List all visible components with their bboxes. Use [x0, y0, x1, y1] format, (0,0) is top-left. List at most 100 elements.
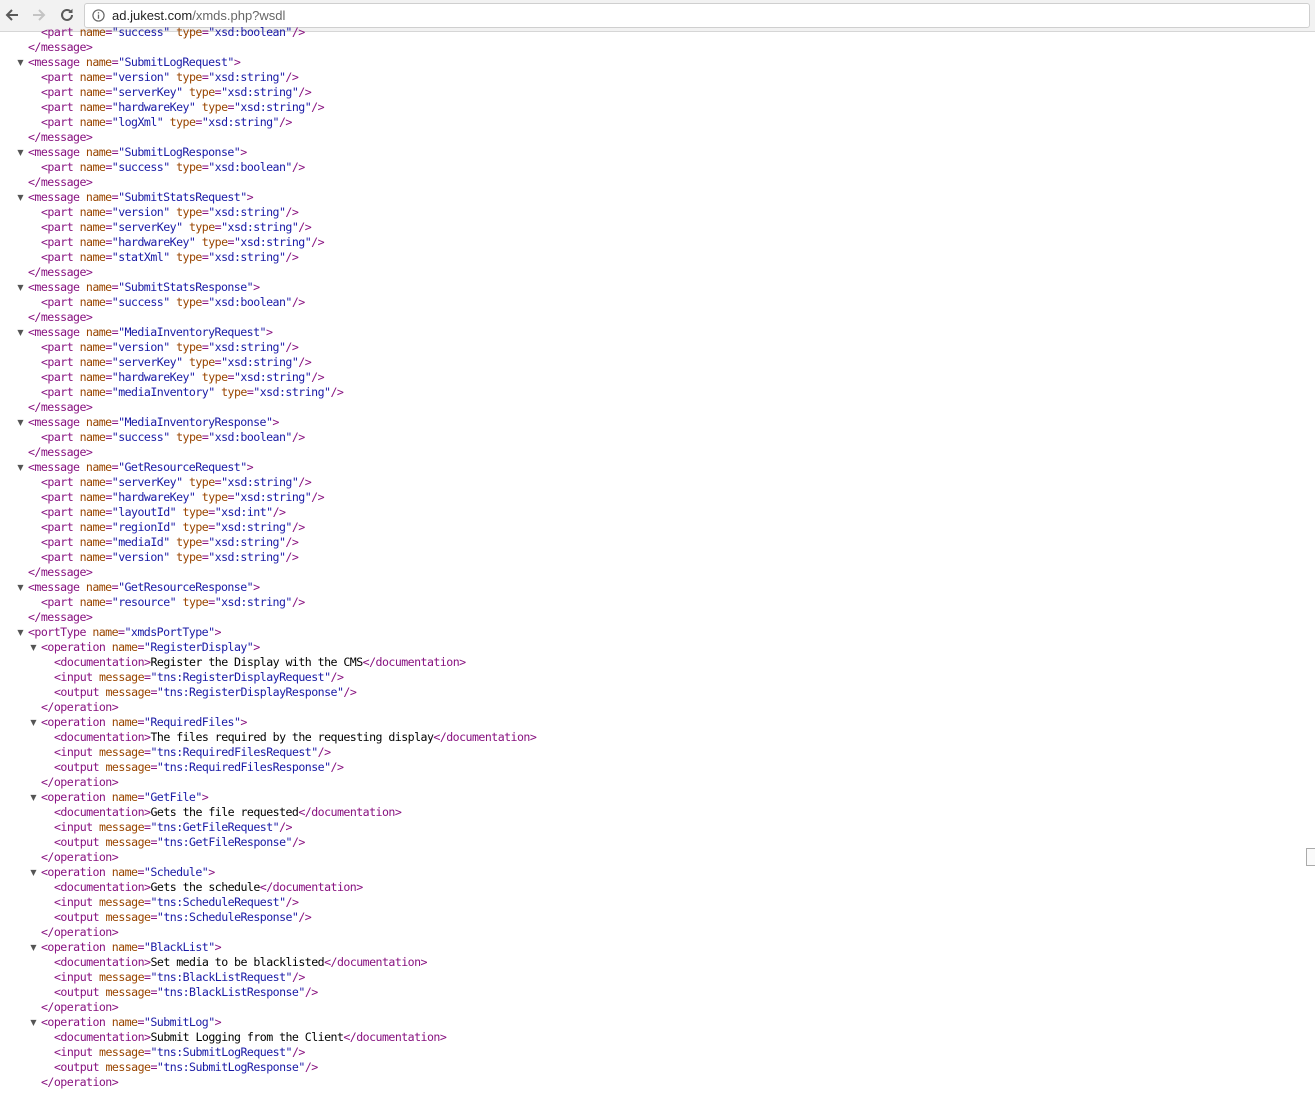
- xml-tag-close: >: [265, 325, 273, 339]
- collapse-toggle-icon[interactable]: ▼: [15, 460, 26, 475]
- xml-attr-name: name: [79, 370, 106, 384]
- xml-tag-close: />: [285, 70, 299, 84]
- xml-line: <documentation > Set media to be blacklist…: [54, 955, 428, 970]
- xml-line: <operation name="RegisterDisplay">: [41, 640, 260, 655]
- xml-attr-value: "hardwareKey": [111, 370, 196, 384]
- xml-text-content: Set media to be blacklisted: [150, 955, 325, 969]
- xml-tag-name: <part: [41, 535, 74, 549]
- xml-text-content: The files required by the requesting dis…: [150, 730, 434, 744]
- xml-line: <documentation > Gets the schedule</docume…: [54, 880, 363, 895]
- collapse-toggle-icon[interactable]: ▼: [15, 580, 26, 595]
- collapse-toggle-icon[interactable]: ▼: [28, 715, 39, 730]
- xml-tag-close: >: [420, 955, 428, 969]
- url-text[interactable]: ad.jukest.com/xmds.php?wsdl: [112, 8, 285, 23]
- collapse-toggle-icon[interactable]: ▼: [15, 145, 26, 160]
- xml-attr-name: name: [92, 625, 119, 639]
- collapse-toggle-icon[interactable]: ▼: [15, 625, 26, 640]
- xml-attr-value: "xsd:string": [233, 235, 312, 249]
- xml-attr-value: "xsd:string": [208, 535, 286, 549]
- xml-line: <documentation > Register the Display with…: [54, 655, 466, 670]
- xml-tag-name: <part: [41, 475, 74, 489]
- xml-tag-name: <input: [54, 820, 93, 834]
- xml-tag-name: </operation: [41, 925, 112, 939]
- collapse-toggle-icon[interactable]: ▼: [28, 940, 39, 955]
- collapse-toggle-icon[interactable]: ▼: [28, 1015, 39, 1030]
- xml-attr-name: name: [79, 355, 106, 369]
- xml-line: <part name="hardwareKey" type="xsd:strin…: [41, 235, 325, 250]
- xml-tag-name: <part: [41, 370, 74, 384]
- xml-attr-value: "MediaInventoryRequest": [118, 325, 266, 339]
- xml-tag-name: <message: [28, 145, 80, 159]
- xml-tag-close: />: [272, 505, 286, 519]
- xml-tag-name: <output: [54, 985, 100, 999]
- xml-tree-viewer: <part name="success" type="xsd:boolean"/…: [0, 25, 1315, 1093]
- xml-line: <message name="GetResourceRequest">: [28, 460, 254, 475]
- xml-tag-close: >: [85, 175, 93, 189]
- xml-attr-value: "xsd:string": [221, 475, 299, 489]
- xml-tag-close: />: [285, 205, 299, 219]
- xml-tag-name: <output: [54, 760, 100, 774]
- xml-tag-close: >: [356, 880, 363, 894]
- xml-tag-close: />: [291, 970, 305, 984]
- collapse-toggle-icon[interactable]: ▼: [15, 190, 26, 205]
- xml-attr-value: "serverKey": [111, 220, 183, 234]
- xml-attr-value: "success": [111, 295, 170, 309]
- collapse-toggle-icon[interactable]: ▼: [28, 790, 39, 805]
- xml-tag-close: />: [317, 745, 331, 759]
- xml-tag-close: />: [285, 895, 299, 909]
- xml-tag-name: </operation: [41, 1075, 112, 1089]
- xml-attr-name: type: [176, 205, 202, 219]
- collapse-toggle-icon[interactable]: ▼: [15, 280, 26, 295]
- xml-tag-name: <documentation: [54, 880, 145, 894]
- url-path: /xmds.php?wsdl: [192, 8, 286, 23]
- xml-attr-value: "xsd:boolean": [208, 295, 292, 309]
- xml-line: <message name="SubmitLogRequest">: [28, 55, 241, 70]
- xml-attr-value: "hardwareKey": [111, 100, 196, 114]
- xml-tag-name: </message: [28, 445, 86, 459]
- xml-attr-value: "xsd:string": [214, 520, 293, 534]
- xml-tag-close: >: [85, 310, 93, 324]
- reload-button[interactable]: [56, 4, 78, 26]
- collapse-toggle-icon[interactable]: ▼: [15, 415, 26, 430]
- back-button[interactable]: [1, 4, 23, 26]
- xml-tag-name: <operation: [41, 640, 106, 654]
- xml-tag-name: <message: [28, 325, 80, 339]
- xml-attr-name: type: [176, 295, 202, 309]
- xml-attr-name: type: [182, 505, 209, 519]
- xml-attr-name: name: [79, 100, 106, 114]
- xml-tag-close: >: [214, 940, 222, 954]
- xml-tag-name: <input: [54, 670, 93, 684]
- xml-tag-close: >: [214, 1015, 222, 1029]
- xml-attr-name: name: [85, 190, 112, 204]
- xml-attr-name: type: [169, 115, 196, 129]
- collapse-toggle-icon[interactable]: ▼: [28, 865, 39, 880]
- xml-line: <part name="regionId" type="xsd:string"/…: [41, 520, 305, 535]
- xml-tag-name: <operation: [41, 715, 106, 729]
- collapse-toggle-icon[interactable]: ▼: [28, 640, 39, 655]
- xml-attr-value: "xsd:string": [253, 385, 331, 399]
- info-icon[interactable]: [92, 9, 105, 22]
- xml-text-content: Gets the file requested: [150, 805, 299, 819]
- xml-line: </operation>: [41, 850, 119, 865]
- xml-attr-value: "xsd:string": [208, 250, 286, 264]
- side-panel-handle[interactable]: [1306, 848, 1315, 866]
- reload-icon: [61, 8, 73, 21]
- xml-attr-value: "xmdsPortType": [124, 625, 215, 639]
- xml-tag-close: />: [298, 475, 312, 489]
- forward-button[interactable]: [28, 4, 50, 26]
- xml-line: <operation name="BlackList">: [41, 940, 222, 955]
- collapse-toggle-icon[interactable]: ▼: [15, 325, 26, 340]
- xml-tag-name: <part: [41, 355, 74, 369]
- xml-attr-value: "tns:RegisterDisplayRequest": [150, 670, 331, 684]
- xml-line: <output message="tns:RegisterDisplayResp…: [54, 685, 357, 700]
- collapse-toggle-icon[interactable]: ▼: [15, 55, 26, 70]
- xml-tag-name: <output: [54, 1060, 100, 1074]
- xml-tag-name: </documentation: [259, 880, 357, 894]
- xml-line: <message name="SubmitStatsResponse">: [28, 280, 260, 295]
- xml-tag-close: >: [85, 445, 93, 459]
- xml-attr-value: "SubmitLogResponse": [118, 145, 241, 159]
- xml-tag-close: >: [246, 190, 254, 204]
- xml-attr-value: "tns:ScheduleResponse": [156, 910, 299, 924]
- xml-line: <message name="SubmitStatsRequest">: [28, 190, 254, 205]
- xml-line: <output message="tns:GetFileResponse"/>: [54, 835, 305, 850]
